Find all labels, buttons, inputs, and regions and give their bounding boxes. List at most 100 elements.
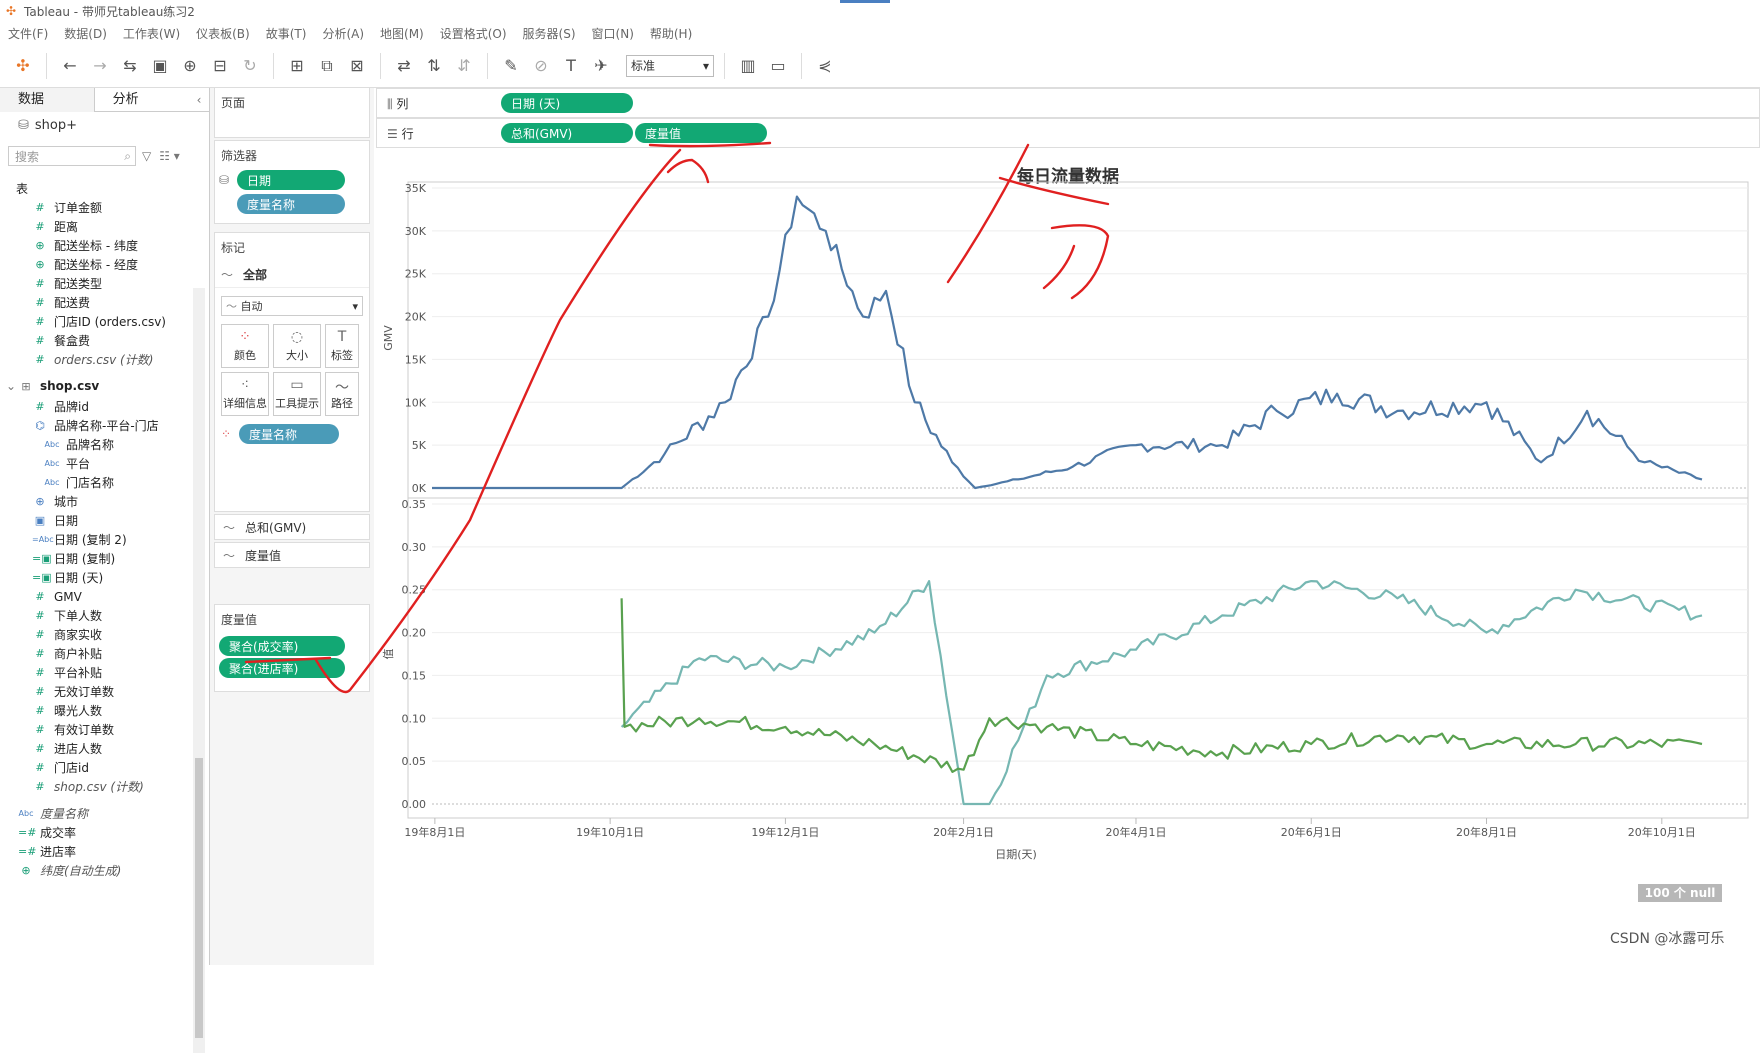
filter-icon[interactable]: ▽ [142,149,151,163]
tab-analysis[interactable]: 分析 [95,88,189,112]
marks-color-pill[interactable]: 度量名称 [239,424,339,444]
search-input[interactable]: 搜索 ⌕ [8,146,136,166]
row-pill-measure-values[interactable]: 度量值 [635,123,767,143]
marks-values-card[interactable]: 〜度量值 [214,542,370,568]
shop-field-row[interactable]: ⊕ 城市 [0,492,192,511]
orders-field-row[interactable]: # 餐盒费 [0,331,192,350]
swap-icon[interactable]: ⇄ [391,53,417,79]
menu-worksheet[interactable]: 工作表(W) [123,25,180,42]
measure-pill-visit-rate[interactable]: 聚合(进店率) [219,658,345,678]
measure-pill-conversion[interactable]: 聚合(成交率) [219,636,345,656]
menu-server[interactable]: 服务器(S) [523,25,576,42]
orders-field-row[interactable]: # 配送费 [0,293,192,312]
shop-field-row[interactable]: # 门店id [0,758,192,777]
filter-pill-measure-names[interactable]: 度量名称 [237,194,345,214]
filter-pill-date[interactable]: 日期 [237,170,345,190]
shop-field-row[interactable]: # 有效订单数 [0,720,192,739]
orders-field-row[interactable]: ⊕ 配送坐标 - 纬度 [0,236,192,255]
orders-field-row[interactable]: ⊕ 配送坐标 - 经度 [0,255,192,274]
shop-field-row[interactable]: # GMV [0,587,192,606]
measure-names-row[interactable]: Abc 度量名称 [0,804,192,823]
calc-field-row[interactable]: =# 成交率 [0,823,192,842]
pin-icon[interactable]: ✈ [588,53,614,79]
shop-field-row[interactable]: ▣ 日期 [0,511,192,530]
save-icon[interactable]: ▣ [147,53,173,79]
view-options-icon[interactable]: ☷ ▾ [159,149,180,163]
orders-field-row[interactable]: # 门店ID (orders.csv) [0,312,192,331]
presentation-icon[interactable]: ▭ [765,53,791,79]
orders-field-row[interactable]: # 配送类型 [0,274,192,293]
shop-field-row[interactable]: # 平台补贴 [0,663,192,682]
orders-field-row[interactable]: # 距离 [0,217,192,236]
shop-field-row[interactable]: # 无效订单数 [0,682,192,701]
row-pill-gmv[interactable]: 总和(GMV) [501,123,633,143]
shop-field-row[interactable]: # 曝光人数 [0,701,192,720]
sort-asc-icon[interactable]: ⇅ [421,53,447,79]
menu-map[interactable]: 地图(M) [380,25,424,42]
menu-analysis[interactable]: 分析(A) [322,25,364,42]
hier-field-row[interactable]: Abc 平台 [0,454,192,473]
show-me-icon[interactable]: ▥ [735,53,761,79]
menu-story[interactable]: 故事(T) [266,25,307,42]
menu-dashboard[interactable]: 仪表板(B) [196,25,250,42]
menu-file[interactable]: 文件(F) [8,25,48,42]
shop-field-row[interactable]: =▣ 日期 (复制) [0,549,192,568]
menu-window[interactable]: 窗口(N) [592,25,634,42]
shop-field-row[interactable]: # 品牌id [0,397,192,416]
shop-field-row[interactable]: # 商户补贴 [0,644,192,663]
path-button[interactable]: 〜路径 [325,372,359,416]
shop-field-row[interactable]: # 进店人数 [0,739,192,758]
share-icon[interactable]: ⋞ [812,53,838,79]
refresh-icon[interactable]: ↻ [237,53,263,79]
highlight-icon[interactable]: ✎ [498,53,524,79]
scrollbar-thumb[interactable] [195,758,203,1038]
orders-field-row[interactable]: # 订单金额 [0,198,192,217]
hier-field-row[interactable]: Abc 品牌名称 [0,435,192,454]
rows-shelf[interactable]: ☰ 行 总和(GMV) 度量值 [376,118,1760,148]
null-indicator-badge[interactable]: 100 个 null [1638,884,1722,902]
datasource-row[interactable]: ⛁ shop+ [0,112,209,138]
group-icon[interactable]: ⊘ [528,53,554,79]
menu-format[interactable]: 设置格式(O) [440,25,507,42]
new-worksheet-icon[interactable]: ⊞ [284,53,310,79]
color-button[interactable]: ⁘ 颜色 [221,324,269,368]
shop-table-row[interactable]: ⌄ ⊞ shop.csv [0,375,192,397]
filters-card[interactable]: 筛选器 ⛁ 日期 度量名称 [214,140,370,224]
show-labels-icon[interactable]: T [558,53,584,79]
calc-field-row[interactable]: ⊕ 纬度(自动生成) [0,861,192,880]
marks-all-label[interactable]: 全部 [243,266,267,283]
pages-card[interactable]: 页面 [214,88,370,138]
calc-field-row[interactable]: =# 进店率 [0,842,192,861]
shop-field-row[interactable]: =Abc 日期 (复制 2) [0,530,192,549]
undo-icon[interactable]: ← [57,53,83,79]
detail-button[interactable]: ⁖ 详细信息 [221,372,269,416]
redo-icon[interactable]: → [87,53,113,79]
columns-shelf[interactable]: ⫼ 列 日期 (天) [376,88,1760,118]
label-button[interactable]: T 标签 [325,324,359,368]
replay-icon[interactable]: ⇆ [117,53,143,79]
shop-field-row[interactable]: =▣ 日期 (天) [0,568,192,587]
tableau-home-icon[interactable]: ✣ [10,53,36,79]
orders-field-row[interactable]: # orders.csv (计数) [0,350,192,369]
hier-field-row[interactable]: Abc 门店名称 [0,473,192,492]
shop-field-row[interactable]: # 下单人数 [0,606,192,625]
menu-data[interactable]: 数据(D) [64,25,107,42]
data-pane-scrollbar[interactable] [193,288,205,1053]
tab-data[interactable]: 数据 [0,88,95,112]
shop-field-row[interactable]: ⌬ 品牌名称-平台-门店 [0,416,192,435]
tooltip-button[interactable]: ▭ 工具提示 [273,372,321,416]
column-pill-date[interactable]: 日期 (天) [501,93,633,113]
menu-help[interactable]: 帮助(H) [650,25,692,42]
clear-sheet-icon[interactable]: ⊠ [344,53,370,79]
pause-updates-icon[interactable]: ⊟ [207,53,233,79]
new-datasource-icon[interactable]: ⊕ [177,53,203,79]
marks-gmv-card[interactable]: 〜总和(GMV) [214,514,370,540]
mark-type-select[interactable]: 〜 自动 ▾ [221,296,363,316]
size-button[interactable]: ◌ 大小 [273,324,321,368]
duplicate-sheet-icon[interactable]: ⧉ [314,53,340,79]
collapse-icon[interactable]: ‹ [189,88,209,111]
sort-desc-icon[interactable]: ⇵ [451,53,477,79]
fit-select[interactable]: 标准 ▾ [626,54,714,77]
dual-pane-line-chart[interactable]: 0K 5K 10K 15K 20K 25K 30K 35K GMV 0.00 0.05 0.10 0.1… [376,152,1760,965]
shop-field-row[interactable]: # shop.csv (计数) [0,777,192,796]
